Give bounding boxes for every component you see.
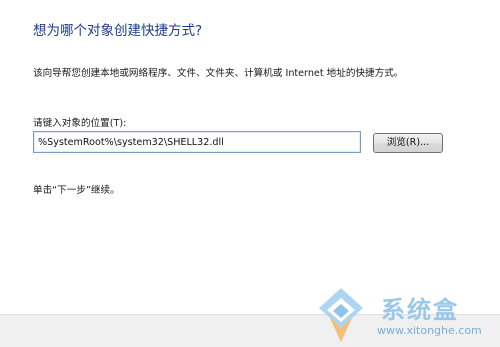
wizard-heading: 想为哪个对象创建快捷方式? [33, 23, 203, 39]
location-label: 请键入对象的位置(T): [33, 118, 127, 129]
watermark-url: www.xitonghe.com [377, 324, 482, 337]
wizard-description: 该向导帮您创建本地或网络程序、文件、文件夹、计算机或 Internet 地址的快… [33, 68, 404, 79]
watermark-title: 系统盒 [381, 296, 459, 324]
location-input[interactable] [33, 131, 361, 153]
watermark-logo-icon [319, 288, 363, 342]
next-step-hint: 单击“下一步”继续。 [33, 185, 120, 196]
browse-button[interactable]: 浏览(R)... [373, 133, 443, 153]
watermark: 系统盒 www.xitonghe.com [303, 286, 498, 344]
